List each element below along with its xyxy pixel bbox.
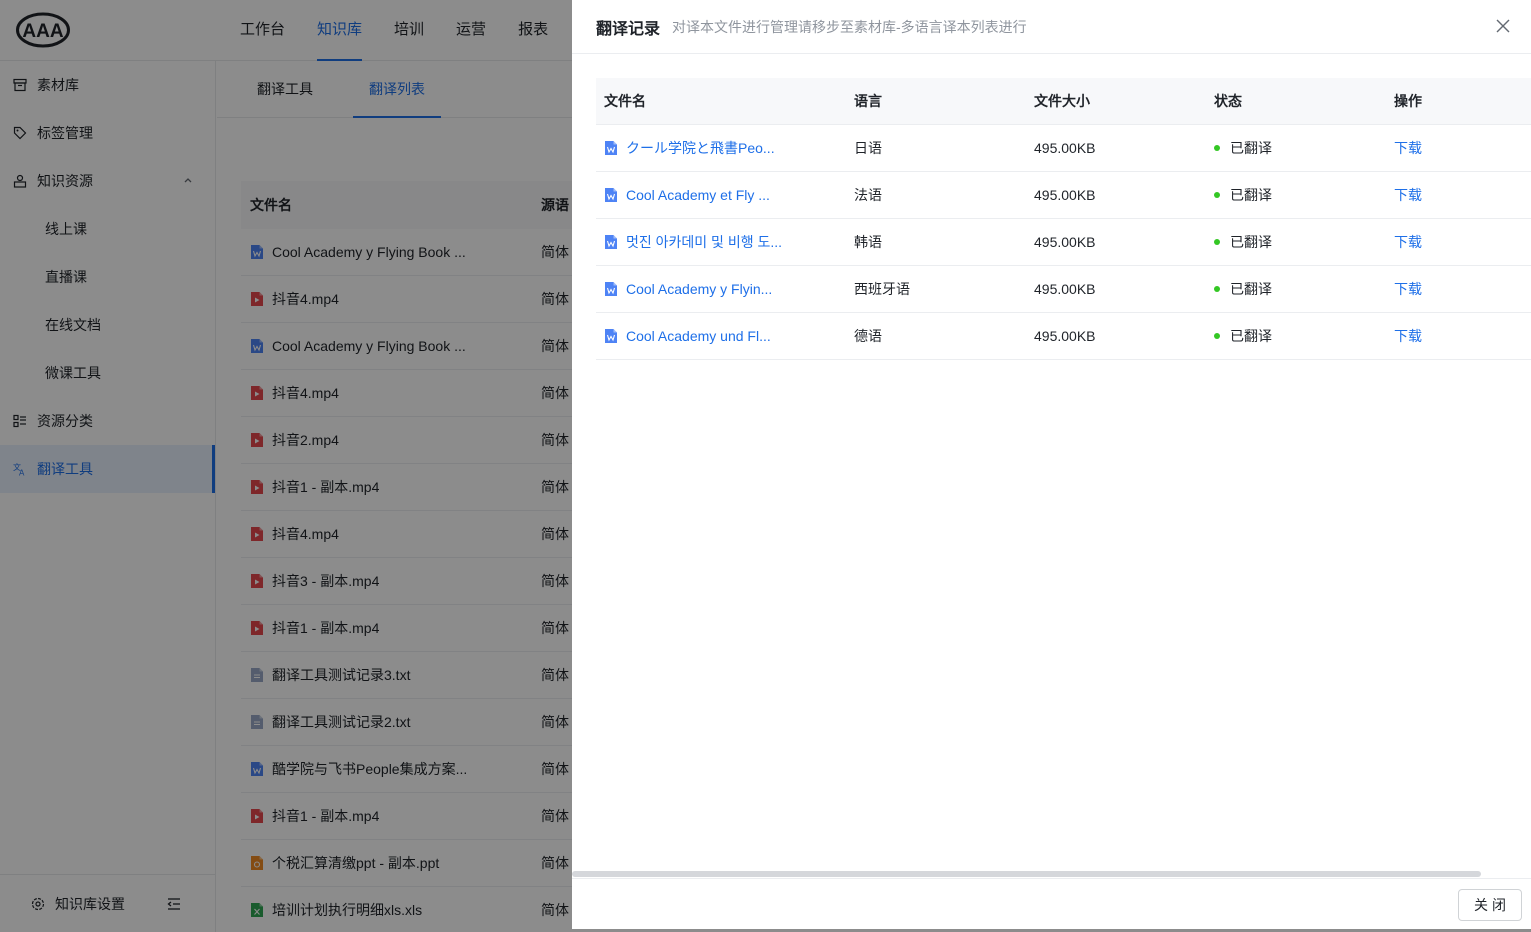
file-name-link[interactable]: クール学院と飛書Peo...	[626, 138, 775, 158]
actions-cell: 下载	[1386, 326, 1531, 346]
file-size-cell: 495.00KB	[1034, 234, 1096, 250]
doc-file-icon	[605, 282, 617, 296]
download-link[interactable]: 下载	[1394, 187, 1422, 203]
actions-cell: 下载	[1386, 185, 1531, 205]
language-cell: 韩语	[854, 234, 882, 250]
header-language: 语言	[854, 93, 882, 109]
status-dot-icon	[1214, 286, 1220, 292]
header-filename: 文件名	[604, 93, 646, 109]
horizontal-scrollbar[interactable]	[572, 871, 1481, 877]
download-link[interactable]: 下载	[1394, 281, 1422, 297]
status-text: 已翻译	[1230, 140, 1272, 156]
translation-records-drawer: 翻译记录 对译本文件进行管理请移步至素材库-多语言译本列表进行 文件名 语言 文…	[572, 0, 1531, 929]
table-row: クール学院と飛書Peo... 日语 495.00KB 已翻译 下载	[596, 125, 1531, 172]
file-name-link[interactable]: Cool Academy y Flyin...	[626, 281, 772, 297]
file-size-cell: 495.00KB	[1034, 187, 1096, 203]
status-dot-icon	[1214, 333, 1220, 339]
file-name-link[interactable]: Cool Academy et Fly ...	[626, 187, 770, 203]
records-table: 文件名 语言 文件大小 状态 操作 クール学院と飛書Peo... 日语 495.00…	[596, 78, 1531, 360]
file-name-cell: Cool Academy et Fly ...	[596, 187, 846, 203]
download-link[interactable]: 下载	[1394, 234, 1422, 250]
actions-cell: 下载	[1386, 279, 1531, 299]
doc-file-icon	[605, 188, 617, 202]
header-status: 状态	[1214, 93, 1242, 109]
status-cell: 已翻译	[1206, 232, 1386, 252]
status-cell: 已翻译	[1206, 185, 1386, 205]
status-text: 已翻译	[1230, 281, 1272, 297]
language-cell: 西班牙语	[854, 281, 910, 297]
doc-file-icon	[605, 235, 617, 249]
file-name-cell: Cool Academy und Fl...	[596, 328, 846, 344]
table-header: 文件名 语言 文件大小 状态 操作	[596, 78, 1531, 125]
doc-file-icon	[605, 141, 617, 155]
drawer-footer: 关闭	[572, 878, 1531, 929]
file-size-cell: 495.00KB	[1034, 281, 1096, 297]
drawer-header: 翻译记录 对译本文件进行管理请移步至素材库-多语言译本列表进行	[572, 0, 1531, 54]
status-text: 已翻译	[1230, 234, 1272, 250]
doc-file-icon	[605, 329, 617, 343]
header-file-size: 文件大小	[1034, 93, 1090, 109]
file-name-link[interactable]: 멋진 아카데미 및 비행 도...	[626, 232, 782, 252]
download-link[interactable]: 下载	[1394, 140, 1422, 156]
file-size-cell: 495.00KB	[1034, 328, 1096, 344]
drawer-subtitle: 对译本文件进行管理请移步至素材库-多语言译本列表进行	[672, 18, 1027, 35]
status-dot-icon	[1214, 192, 1220, 198]
header-actions: 操作	[1394, 93, 1422, 109]
status-text: 已翻译	[1230, 328, 1272, 344]
status-text: 已翻译	[1230, 187, 1272, 203]
file-name-cell: クール学院と飛書Peo...	[596, 138, 846, 158]
status-cell: 已翻译	[1206, 326, 1386, 346]
file-name-link[interactable]: Cool Academy und Fl...	[626, 328, 771, 344]
table-row: Cool Academy et Fly ... 法语 495.00KB 已翻译 下载	[596, 172, 1531, 219]
file-name-cell: Cool Academy y Flyin...	[596, 281, 846, 297]
close-icon[interactable]	[1495, 18, 1511, 34]
actions-cell: 下载	[1386, 232, 1531, 252]
status-dot-icon	[1214, 239, 1220, 245]
table-row: Cool Academy und Fl... 德语 495.00KB 已翻译 下载	[596, 313, 1531, 360]
table-row: Cool Academy y Flyin... 西班牙语 495.00KB 已翻译 下载	[596, 266, 1531, 313]
status-dot-icon	[1214, 145, 1220, 151]
close-button[interactable]: 关闭	[1458, 889, 1522, 921]
status-cell: 已翻译	[1206, 138, 1386, 158]
status-cell: 已翻译	[1206, 279, 1386, 299]
language-cell: 法语	[854, 187, 882, 203]
table-body: クール学院と飛書Peo... 日语 495.00KB 已翻译 下载 Cool Academ…	[596, 125, 1531, 360]
drawer-title: 翻译记录	[596, 20, 661, 38]
file-name-cell: 멋진 아카데미 및 비행 도...	[596, 232, 846, 252]
table-row: 멋진 아카데미 및 비행 도... 韩语 495.00KB 已翻译 下载	[596, 219, 1531, 266]
language-cell: 日语	[854, 140, 882, 156]
download-link[interactable]: 下载	[1394, 328, 1422, 344]
file-size-cell: 495.00KB	[1034, 140, 1096, 156]
actions-cell: 下载	[1386, 138, 1531, 158]
language-cell: 德语	[854, 328, 882, 344]
